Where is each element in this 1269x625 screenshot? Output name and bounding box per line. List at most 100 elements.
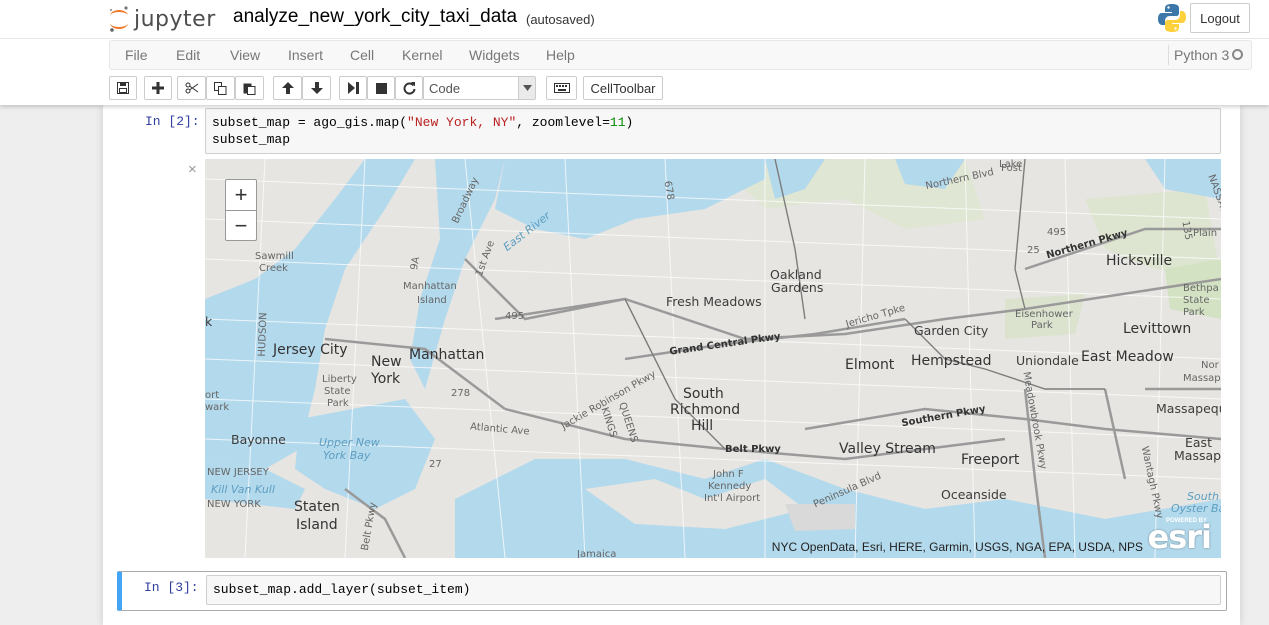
insert-cell-button[interactable] [144, 76, 172, 100]
copy-icon [214, 81, 227, 95]
esri-wordmark: esri [1147, 518, 1212, 556]
menu-help[interactable]: Help [546, 47, 575, 63]
cell-type-value: Code [429, 81, 461, 96]
restart-icon [403, 81, 415, 95]
menu-cell[interactable]: Cell [350, 47, 374, 63]
map-label-i495: 495 [505, 311, 525, 322]
save-icon [117, 82, 129, 94]
code-text: subset_map.add_layer(subset_item) [213, 582, 471, 597]
header-divider [0, 38, 1269, 39]
restart-kernel-button[interactable] [395, 76, 423, 100]
map-label-i495: 495 [1047, 227, 1067, 238]
map-label-uniondale: Uniondale [1016, 353, 1079, 368]
map-label-elmont: Elmont [845, 357, 895, 373]
cut-icon [185, 82, 198, 94]
zoom-in-button[interactable]: + [226, 180, 256, 210]
map-widget[interactable]: Jersey City New York Manhattan Bayonne S… [205, 159, 1221, 558]
map-label-manhattan-island: Manhattan [403, 281, 457, 292]
run-cell-button[interactable] [339, 76, 367, 100]
map-label-staten-island: Island [296, 517, 338, 533]
autosave-status: (autosaved) [526, 12, 595, 27]
move-down-icon [310, 82, 323, 94]
code-editor[interactable]: subset_map = ago_gis.map("New York, NY",… [205, 108, 1221, 154]
kernel-divider [1168, 45, 1169, 65]
move-cell-up-button[interactable] [273, 76, 302, 100]
map-label-route-25: 25 [1027, 245, 1040, 256]
map-label-oakland-gardens: Gardens [771, 280, 824, 295]
map-label-east-massapequa: Massapeq [1174, 448, 1221, 463]
paste-icon [243, 83, 256, 95]
copy-button[interactable] [206, 76, 235, 100]
menu-widgets[interactable]: Widgets [469, 47, 520, 63]
map-label-north-massapequa: Nor [1201, 360, 1219, 371]
python-logo-icon [1158, 3, 1186, 38]
map-label-route-27: 27 [429, 459, 442, 470]
map-label-staten-island: Staten [294, 499, 340, 515]
chevron-down-icon [518, 77, 535, 99]
code-number: 11 [609, 115, 626, 130]
notebook-header: jupyter analyze_new_york_city_taxi_data … [0, 0, 1269, 105]
map-label-upper-ny-bay: Upper New [319, 436, 380, 449]
map-label-bethpage: Bethpa [1183, 283, 1219, 294]
map-label-liberty-state-park: Liberty [322, 374, 357, 385]
menu-view[interactable]: View [230, 47, 260, 63]
map-label-new-jersey: NEW JERSEY [207, 467, 269, 478]
map-label-new-york: New [371, 354, 402, 370]
map-label-hudson: HUDSON [256, 312, 270, 357]
map-label-valley-stream: Valley Stream [839, 441, 936, 457]
map-label-jfk-airport: Int'l Airport [704, 493, 761, 504]
map-label-belt-pkwy: Belt Pkwy [725, 444, 781, 455]
close-output-icon[interactable]: × [188, 161, 197, 178]
kernel-name: Python 3 [1174, 47, 1230, 63]
cut-button[interactable] [177, 76, 206, 100]
keyboard-icon [553, 83, 570, 93]
cell-prompt: In [2]: [145, 114, 200, 129]
move-up-icon [281, 82, 294, 94]
move-cell-down-button[interactable] [302, 76, 331, 100]
map-label-south-richmond-hill: Richmond [670, 402, 741, 418]
cell-prompt: In [3]: [144, 580, 199, 595]
map-label-post: Post [1001, 163, 1022, 174]
jupyter-logo-icon [109, 6, 128, 32]
map-label-eisenhower-park: Eisenhower [1015, 309, 1073, 320]
kernel-idle-indicator-icon [1232, 49, 1243, 60]
celltoolbar-button[interactable]: CellToolbar [583, 76, 663, 100]
code-editor[interactable]: subset_map.add_layer(subset_item) [206, 575, 1221, 605]
map-label-i278: 278 [451, 388, 471, 399]
map-label-jersey-city: Jersey City [273, 342, 348, 358]
map-label-plainview: Plain [1193, 228, 1218, 239]
notebook-title[interactable]: analyze_new_york_city_taxi_data [233, 6, 517, 28]
add-cell-icon [152, 82, 164, 94]
menu-edit[interactable]: Edit [176, 47, 200, 63]
map-label-oceanside: Oceanside [941, 487, 1007, 502]
command-palette-button[interactable] [546, 76, 577, 100]
stop-icon [375, 82, 387, 94]
map-label-manhattan-island: Island [417, 295, 447, 306]
map-attribution[interactable]: NYC OpenData, Esri, HERE, Garmin, USGS, … [772, 540, 1143, 554]
map-label-manhattan: Manhattan [409, 347, 485, 363]
map-label-hempstead: Hempstead [911, 353, 992, 369]
map-label-levittown: Levittown [1123, 321, 1192, 337]
jupyter-logo[interactable]: jupyter [108, 3, 216, 35]
notebook-container: In [2]: subset_map = ago_gis.map("New Yo… [103, 105, 1240, 625]
zoom-out-button[interactable]: − [226, 210, 256, 240]
menu-file[interactable]: File [125, 47, 148, 63]
code-text: ) [625, 115, 634, 130]
code-cell-selected[interactable]: In [3]: subset_map.add_layer(subset_item… [117, 571, 1227, 611]
menu-kernel[interactable]: Kernel [402, 47, 442, 63]
map-label-east-meadow: East Meadow [1081, 349, 1174, 365]
map-label-new-york: York [371, 371, 401, 387]
esri-logo[interactable]: POWERED BY esri [1147, 514, 1215, 556]
map-label-jfk-airport: Kennedy [708, 481, 752, 492]
cell-type-select[interactable]: Code [423, 76, 536, 100]
menu-insert[interactable]: Insert [288, 47, 323, 63]
logout-button[interactable]: Logout [1190, 3, 1250, 33]
save-button[interactable] [109, 76, 137, 100]
map-label-north-massapequa: Massap [1183, 373, 1221, 384]
interrupt-kernel-button[interactable] [367, 76, 395, 100]
map-label-eisenhower-park: Park [1031, 320, 1053, 331]
map-label-liberty-state-park: State [324, 386, 351, 397]
map-label-liberty-state-park: Park [327, 398, 349, 409]
map-label-sawmill-creek: Creek [259, 263, 288, 274]
paste-button[interactable] [235, 76, 264, 100]
